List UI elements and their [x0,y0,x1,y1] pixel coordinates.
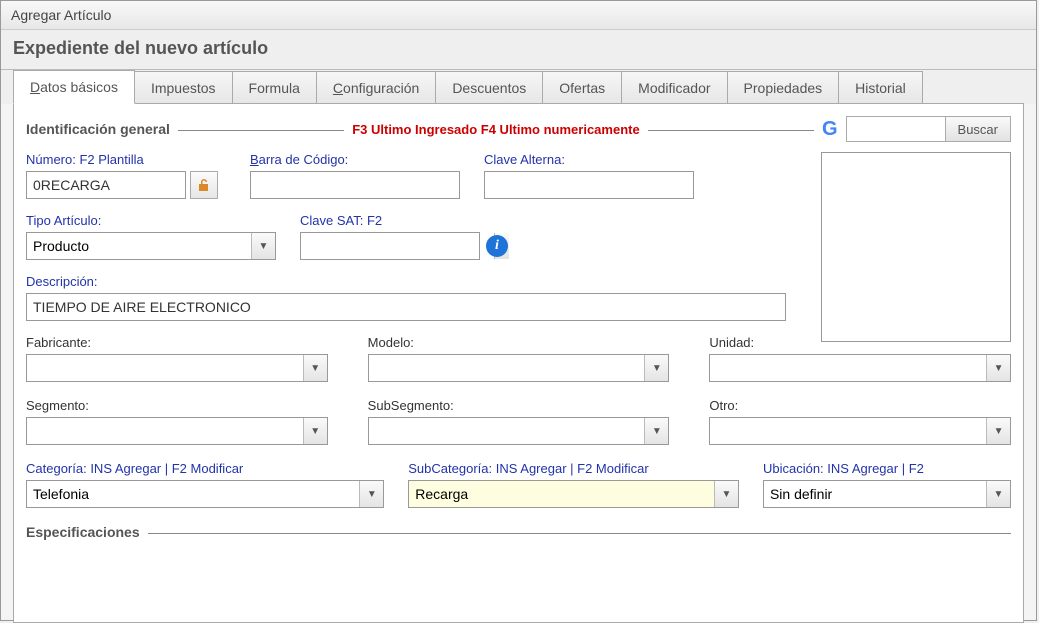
label-otro: Otro: [709,398,1011,413]
image-placeholder[interactable] [821,152,1011,342]
label-categoria: Categoría: INS Agregar | F2 Modificar [26,461,384,476]
section-identificacion-title: Identificación general [26,121,170,137]
numero-input[interactable] [26,171,186,199]
google-icon[interactable]: G [822,119,838,139]
tipo-combo-input[interactable] [27,233,251,259]
chevron-down-icon[interactable]: ▼ [303,418,327,444]
modelo-combo[interactable]: ▼ [368,354,670,382]
fabricante-combo[interactable]: ▼ [26,354,328,382]
chevron-down-icon[interactable]: ▼ [986,355,1010,381]
categoria-combo[interactable]: ▼ [26,480,384,508]
label-fabricante: Fabricante: [26,335,328,350]
window-title: Agregar Artículo [1,1,1036,30]
section-identificacion-legend: Identificación general F3 Ultimo Ingresa… [26,116,1011,142]
otro-input[interactable] [710,418,986,444]
tab-formula[interactable]: Formula [232,71,317,104]
label-clave-sat: Clave SAT: F2 [300,213,520,228]
subsegmento-combo[interactable]: ▼ [368,417,670,445]
clave-sat-combo[interactable]: ⋯ [300,232,480,260]
tab-impuestos[interactable]: Impuestos [134,71,233,104]
descripcion-input[interactable] [26,293,786,321]
tab-strip: Datos básicos Impuestos Formula Configur… [1,70,1036,104]
chevron-down-icon[interactable]: ▼ [359,481,383,507]
label-ubicacion: Ubicación: INS Agregar | F2 [763,461,1011,476]
label-subcategoria: SubCategoría: INS Agregar | F2 Modificar [408,461,739,476]
label-tipo: Tipo Artículo: [26,213,276,228]
chevron-down-icon[interactable]: ▼ [644,355,668,381]
otro-combo[interactable]: ▼ [709,417,1011,445]
label-clave-alterna: Clave Alterna: [484,152,694,167]
clave-sat-input[interactable] [301,233,494,259]
section-especificaciones-legend: Especificaciones [26,524,1011,540]
ubicacion-input[interactable] [764,481,986,507]
tab-datos-basicos[interactable]: Datos básicos [13,70,135,104]
tab-ofertas[interactable]: Ofertas [542,71,622,104]
chevron-down-icon[interactable]: ▼ [986,481,1010,507]
lock-open-icon [196,177,212,193]
chevron-down-icon[interactable]: ▼ [303,355,327,381]
info-icon[interactable]: i [486,235,508,257]
tipo-combo[interactable]: ▼ [26,232,276,260]
tab-propiedades[interactable]: Propiedades [727,71,840,104]
chevron-down-icon[interactable]: ▼ [644,418,668,444]
tab-descuentos[interactable]: Descuentos [435,71,543,104]
tab-configuracion[interactable]: Configuración [316,71,436,104]
label-numero: Número: F2 Plantilla [26,152,226,167]
section-especificaciones-title: Especificaciones [26,524,140,540]
chevron-down-icon[interactable]: ▼ [251,233,275,259]
unidad-combo[interactable]: ▼ [709,354,1011,382]
unidad-input[interactable] [710,355,986,381]
clave-alterna-input[interactable] [484,171,694,199]
subcategoria-combo[interactable]: ▼ [408,480,739,508]
tab-historial[interactable]: Historial [838,71,923,104]
tab-modificador[interactable]: Modificador [621,71,727,104]
label-modelo: Modelo: [368,335,670,350]
label-descripcion: Descripción: [26,274,786,289]
segmento-combo[interactable]: ▼ [26,417,328,445]
ubicacion-combo[interactable]: ▼ [763,480,1011,508]
search-button[interactable]: Buscar [945,116,1011,142]
categoria-input[interactable] [27,481,359,507]
subsegmento-input[interactable] [369,418,645,444]
label-segmento: Segmento: [26,398,328,413]
fabricante-input[interactable] [27,355,303,381]
window: Agregar Artículo Expediente del nuevo ar… [0,0,1037,621]
segmento-input[interactable] [27,418,303,444]
barra-input[interactable] [250,171,460,199]
label-barra: Barra de Código: [250,152,460,167]
modelo-input[interactable] [369,355,645,381]
lock-button[interactable] [190,171,218,199]
chevron-down-icon[interactable]: ▼ [986,418,1010,444]
search-input[interactable] [846,116,946,142]
shortcut-hint: F3 Ultimo Ingresado F4 Ultimo numericame… [352,122,640,137]
chevron-down-icon[interactable]: ▼ [714,481,738,507]
page-title: Expediente del nuevo artículo [13,38,1024,59]
label-subsegmento: SubSegmento: [368,398,670,413]
form-area: Número: F2 Plantilla Barra de Código: Cl… [26,152,1011,540]
tab-panel: Identificación general F3 Ultimo Ingresa… [13,103,1024,623]
subcategoria-input[interactable] [409,481,714,507]
page-header: Expediente del nuevo artículo [1,30,1036,70]
